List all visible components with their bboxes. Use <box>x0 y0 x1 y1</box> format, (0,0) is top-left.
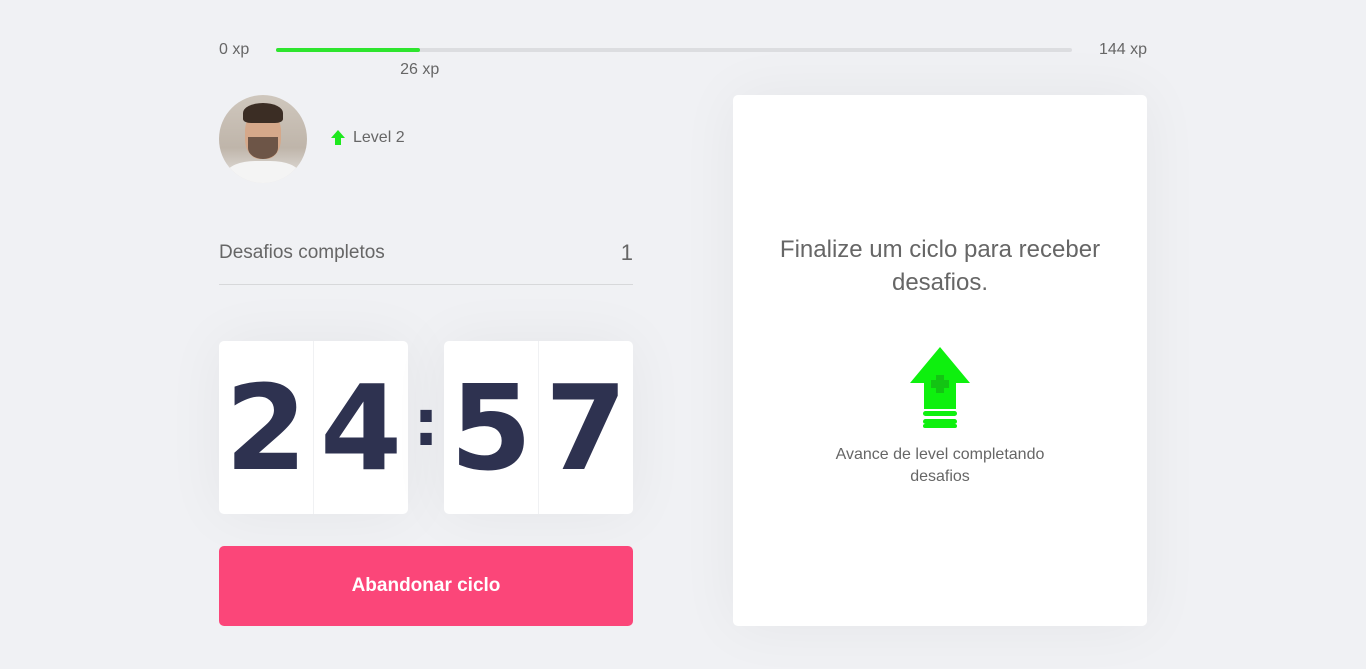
level-info: Level 2 <box>331 129 405 147</box>
challenge-empty-title: Finalize um ciclo para receber desafios. <box>779 236 1101 296</box>
countdown: 2 4 : 5 7 <box>219 341 633 514</box>
challenge-box: Finalize um ciclo para receber desafios.… <box>733 95 1147 626</box>
abandon-cycle-button[interactable]: Abandonar ciclo <box>219 546 633 626</box>
avatar <box>219 95 307 183</box>
xp-max-label: 144 xp <box>1098 41 1147 58</box>
level-up-arrow-icon <box>331 130 345 145</box>
second-digit-right: 7 <box>544 358 628 497</box>
countdown-minutes: 2 4 <box>219 341 408 514</box>
minute-digit-right: 4 <box>319 358 403 497</box>
experience-bar: 0 xp 26 xp 144 xp <box>219 40 1147 80</box>
profile: Level 2 <box>219 95 405 183</box>
level-label: Level 2 <box>353 129 405 146</box>
completed-challenges-label: Desafios completos <box>219 242 385 263</box>
completed-challenges-count: 1 <box>620 240 633 265</box>
minute-digit-left: 2 <box>219 341 314 514</box>
xp-progress-fill <box>276 48 420 52</box>
xp-current-label: 26 xp <box>400 61 440 78</box>
countdown-separator: : <box>413 386 439 461</box>
xp-progress-track <box>276 48 1072 52</box>
level-up-icon <box>910 347 970 428</box>
countdown-seconds: 5 7 <box>444 341 633 514</box>
xp-min-label: 0 xp <box>219 41 250 58</box>
completed-challenges: Desafios completos 1 <box>219 238 633 285</box>
second-digit-left: 5 <box>444 341 539 514</box>
challenge-hint: Avance de level completando desafios <box>835 446 1045 485</box>
